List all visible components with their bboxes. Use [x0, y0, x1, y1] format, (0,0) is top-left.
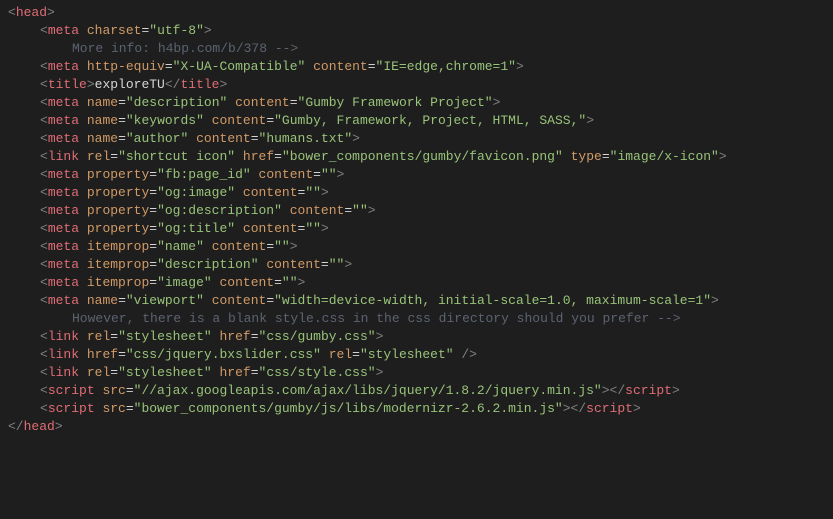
code-line: <meta name="keywords" content="Gumby, Fr… [0, 112, 833, 130]
code-line: </head> [0, 418, 833, 436]
code-line: <meta itemprop="description" content=""> [0, 256, 833, 274]
code-line: <meta property="og:description" content=… [0, 202, 833, 220]
code-line: <meta charset="utf-8"> [0, 22, 833, 40]
code-line: <meta itemprop="name" content=""> [0, 238, 833, 256]
code-line: <meta property="og:title" content=""> [0, 220, 833, 238]
code-line: <meta property="fb:page_id" content=""> [0, 166, 833, 184]
code-line: <head> [0, 4, 833, 22]
code-line: However, there is a blank style.css in t… [0, 310, 833, 328]
code-line: <script src="//ajax.googleapis.com/ajax/… [0, 382, 833, 400]
code-line: <meta http-equiv="X-UA-Compatible" conte… [0, 58, 833, 76]
code-line: <link href="css/jquery.bxslider.css" rel… [0, 346, 833, 364]
code-line: <meta property="og:image" content=""> [0, 184, 833, 202]
code-line: <meta name="author" content="humans.txt"… [0, 130, 833, 148]
code-line: <link rel="stylesheet" href="css/style.c… [0, 364, 833, 382]
code-line: <meta name="description" content="Gumby … [0, 94, 833, 112]
code-line: <link rel="stylesheet" href="css/gumby.c… [0, 328, 833, 346]
code-line: More info: h4bp.com/b/378 --> [0, 40, 833, 58]
code-line: <meta name="viewport" content="width=dev… [0, 292, 833, 310]
code-line: <title>exploreTU</title> [0, 76, 833, 94]
code-line: <link rel="shortcut icon" href="bower_co… [0, 148, 833, 166]
code-line: <meta itemprop="image" content=""> [0, 274, 833, 292]
code-block: <head><meta charset="utf-8">More info: h… [0, 4, 833, 436]
code-line: <script src="bower_components/gumby/js/l… [0, 400, 833, 418]
